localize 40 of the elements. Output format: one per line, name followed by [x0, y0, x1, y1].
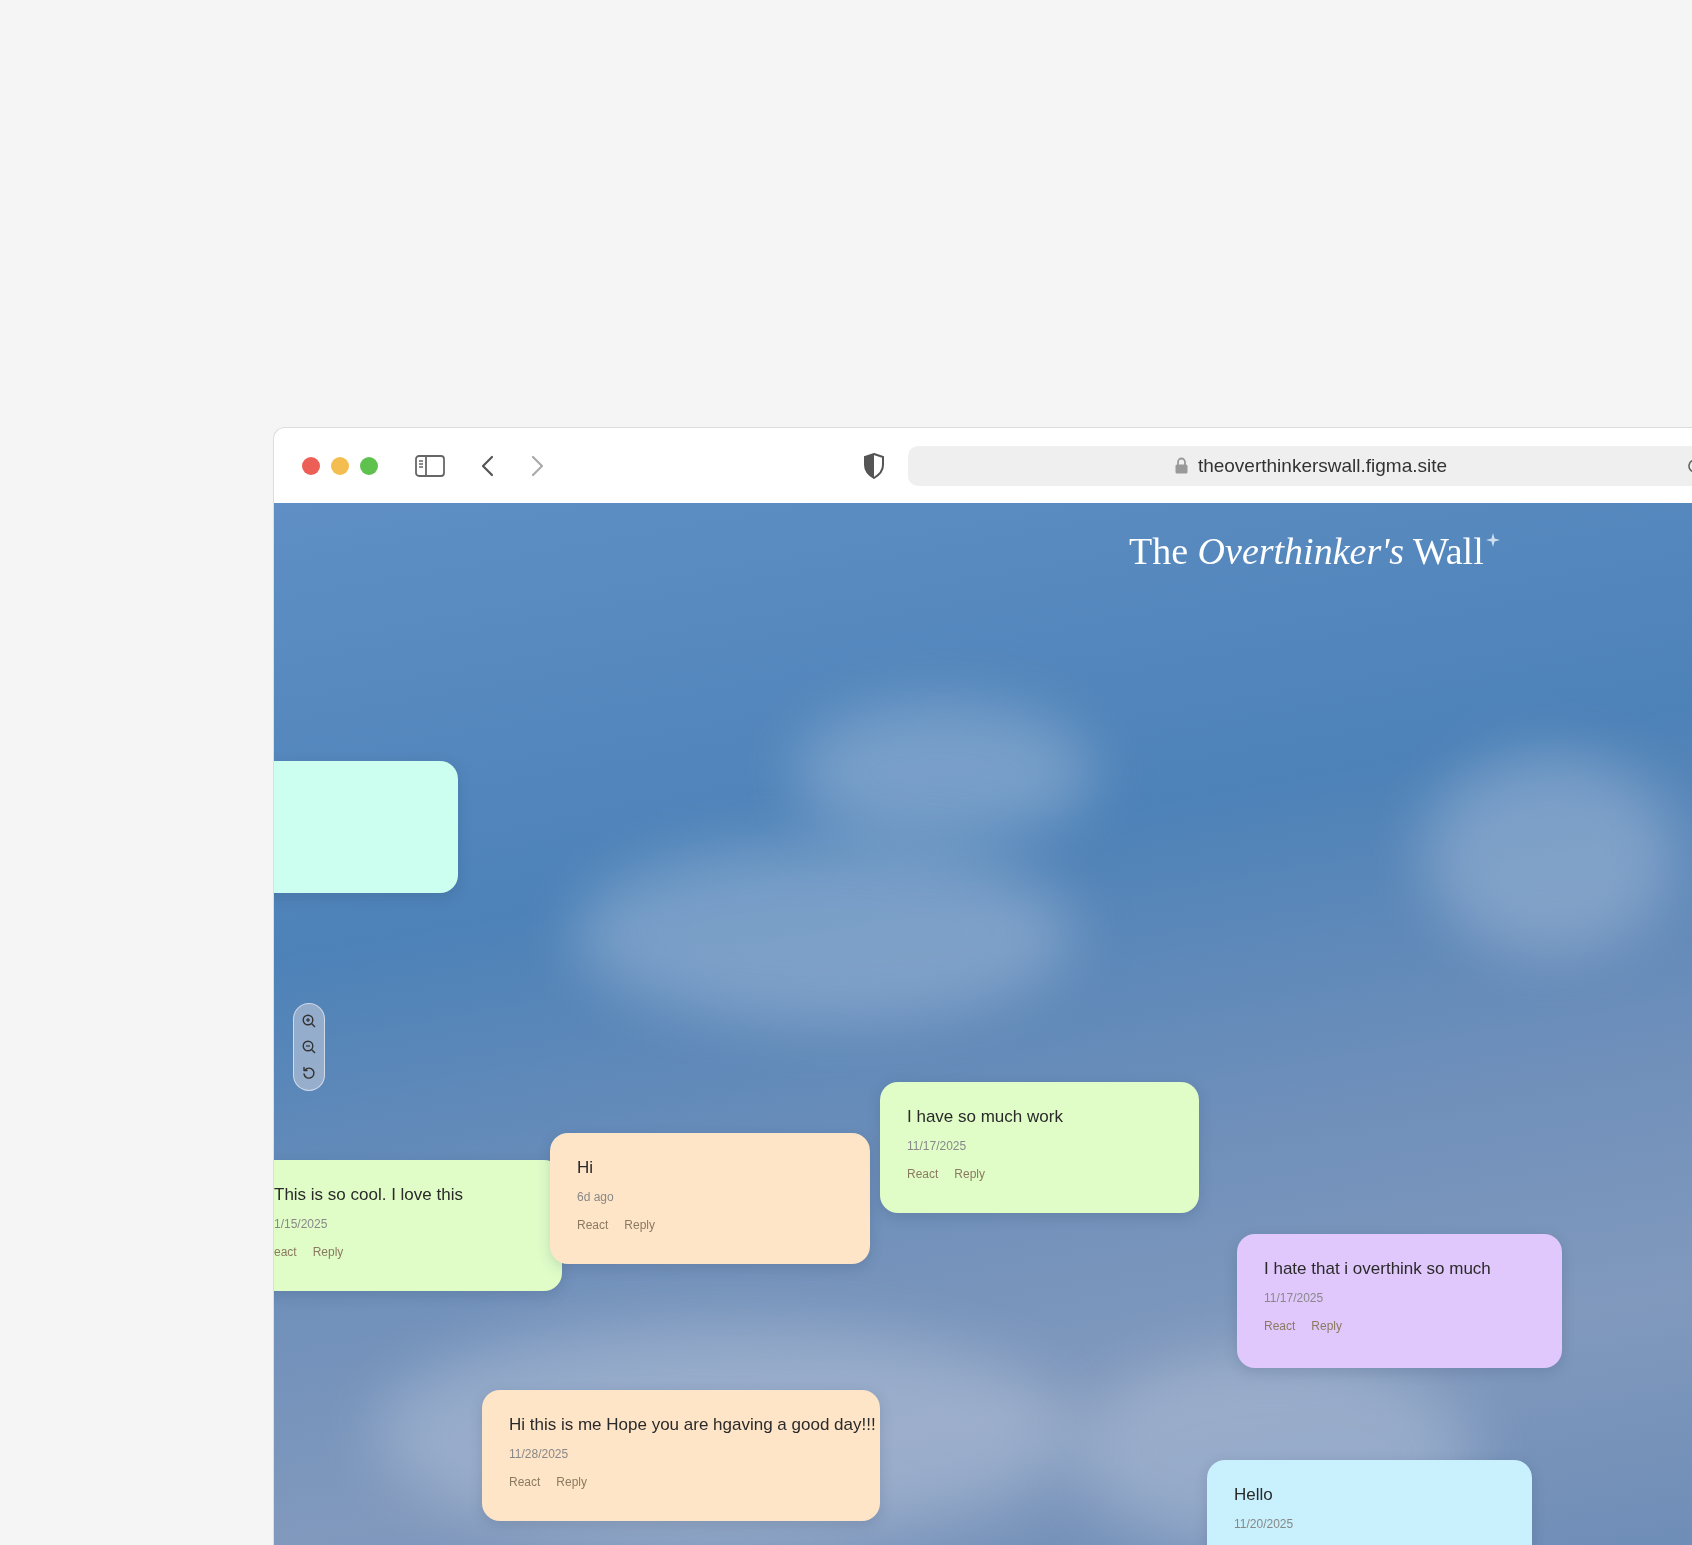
- note-action-link[interactable]: eact: [274, 1245, 297, 1259]
- note-text: Hi: [577, 1158, 594, 1178]
- note-action-link[interactable]: Reply: [312, 1245, 344, 1259]
- sticky-note[interactable]: Hello 11/20/2025: [1207, 1460, 1532, 1545]
- zoom-in-icon[interactable]: [302, 1014, 316, 1028]
- shield-icon[interactable]: [863, 452, 885, 479]
- note-action-link[interactable]: React: [907, 1167, 939, 1181]
- address-bar[interactable]: theoverthinkerswall.figma.site: [908, 445, 1692, 486]
- sticky-note[interactable]: Hi this is me Hope you are hgaving a good day!!! 11/28/2025 React Reply: [482, 1390, 880, 1521]
- wall-title: The Overthinker's Wall: [1129, 529, 1484, 573]
- lock-icon: [1174, 457, 1188, 474]
- sticky-note[interactable]: I have so much work 11/17/2025 React Reply: [880, 1082, 1199, 1213]
- note-action-link[interactable]: Reply: [624, 1218, 656, 1232]
- note-action-link[interactable]: React: [577, 1218, 609, 1232]
- note-text: Hello: [1234, 1485, 1273, 1505]
- note-text: This is so cool. I love this: [274, 1185, 463, 1205]
- note-action-link[interactable]: Reply: [1311, 1319, 1343, 1333]
- back-icon[interactable]: [480, 454, 494, 477]
- close-button[interactable]: [302, 456, 320, 475]
- note-date: 6d ago: [577, 1190, 614, 1204]
- note-date: 1/15/2025: [274, 1217, 328, 1231]
- note-action-link[interactable]: React: [509, 1475, 541, 1489]
- note-action-link[interactable]: React: [1264, 1319, 1296, 1333]
- note-date: 11/20/2025: [1234, 1517, 1294, 1531]
- sticky-note[interactable]: This is so cool. I love this 1/15/2025 eact Reply: [274, 1160, 562, 1291]
- zoom-out-icon[interactable]: [302, 1040, 316, 1054]
- note-date: 11/28/2025: [509, 1447, 569, 1461]
- note-date: 11/17/2025: [1264, 1291, 1324, 1305]
- url-text: theoverthinkerswall.figma.site: [1197, 454, 1448, 477]
- note-action-link[interactable]: Reply: [954, 1167, 986, 1181]
- note-text: Hi this is me Hope you are hgaving a good day!!!: [509, 1415, 876, 1435]
- reset-icon[interactable]: [302, 1066, 316, 1080]
- sparkle-icon: [1485, 533, 1500, 547]
- sticky-note[interactable]: I hate that i overthink so much 11/17/2025 React Reply: [1237, 1234, 1562, 1368]
- note-text: I hate that i overthink so much: [1264, 1259, 1491, 1279]
- note-text: I have so much work: [907, 1107, 1063, 1127]
- sticky-note[interactable]: Hi 6d ago React Reply: [550, 1133, 870, 1264]
- note-action-link[interactable]: Reply: [556, 1475, 588, 1489]
- sidebar-icon[interactable]: [415, 454, 445, 477]
- note-date: 11/17/2025: [907, 1139, 967, 1153]
